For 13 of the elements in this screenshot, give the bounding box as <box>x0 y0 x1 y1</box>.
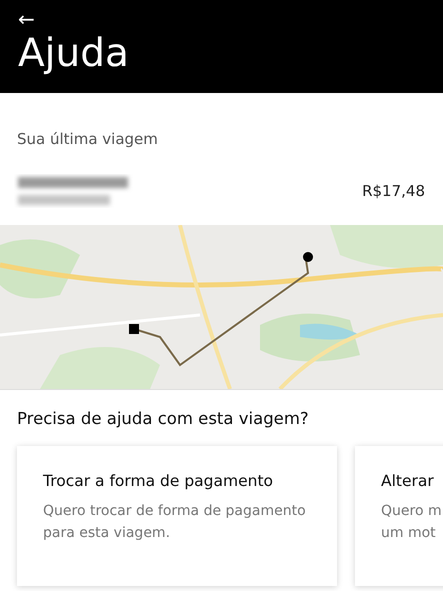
card-title: Alterar <box>381 472 435 490</box>
help-option-card[interactable]: Alterar Quero m um mot <box>355 446 443 586</box>
card-description: para esta viagem. <box>43 524 172 543</box>
card-description: Quero trocar de forma de pagamento <box>43 502 307 521</box>
page-title: Ajuda <box>18 30 130 78</box>
card-description: Quero m <box>381 502 443 521</box>
card-description: um mot <box>381 524 437 543</box>
section-heading: Sua última viagem <box>16 129 159 149</box>
trip-price: R$17,48 <box>362 182 425 200</box>
back-button[interactable]: ← <box>18 8 35 30</box>
help-option-card[interactable]: Trocar a forma de pagamento Quero trocar de forma de pagamento para esta viagem. <box>17 446 337 586</box>
section-heading: Precisa de ajuda com esta viagem? <box>16 408 310 430</box>
card-title: Trocar a forma de pagamento <box>43 472 274 490</box>
